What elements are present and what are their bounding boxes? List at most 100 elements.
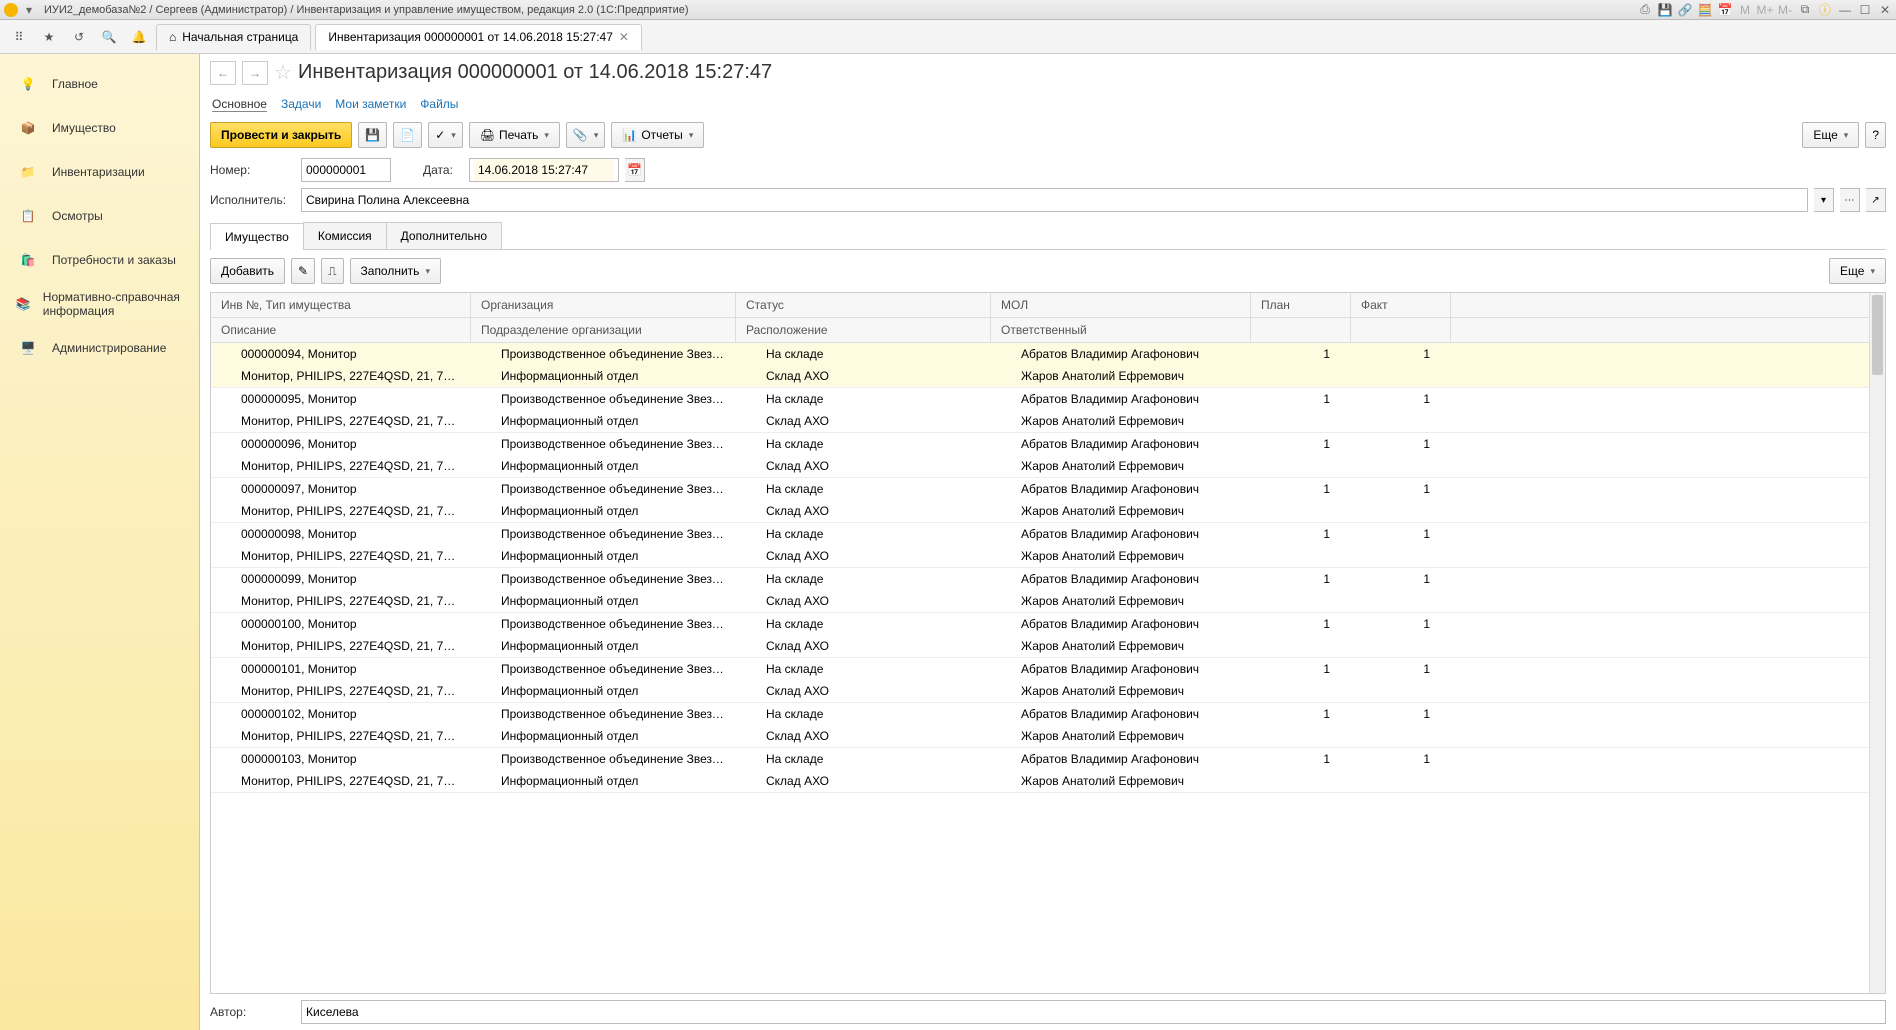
post-button[interactable]: 📄 xyxy=(393,122,422,148)
date-input[interactable] xyxy=(474,159,614,181)
save-button[interactable]: 💾 xyxy=(358,122,387,148)
fill-button[interactable]: Заполнить▾ xyxy=(350,258,441,284)
app-icon xyxy=(4,3,18,17)
tab-commission[interactable]: Комиссия xyxy=(303,222,387,249)
th-fact[interactable]: Факт xyxy=(1351,293,1451,317)
table-cell: Монитор, PHILIPS, 227E4QSD, 21, 767821 xyxy=(211,545,471,567)
subnav-notes[interactable]: Мои заметки xyxy=(335,97,406,112)
performer-show-icon[interactable]: ↗ xyxy=(1866,188,1886,212)
close-icon[interactable]: ✕ xyxy=(1878,3,1892,17)
sidebar-item-reference[interactable]: 📚 Нормативно-справочная информация xyxy=(0,282,199,326)
favorite-star-icon[interactable]: ☆ xyxy=(274,60,292,85)
history-icon[interactable]: ↺ xyxy=(66,24,92,50)
th-dept[interactable]: Подразделение организации xyxy=(471,318,736,342)
reports-button[interactable]: 📊 Отчеты▾ xyxy=(611,122,704,148)
table-cell: Жаров Анатолий Ефремович xyxy=(991,680,1251,702)
table-cell: Монитор, PHILIPS, 227E4QSD, 21, 767821 xyxy=(211,410,471,432)
tab-extra[interactable]: Дополнительно xyxy=(386,222,502,249)
calendar-icon[interactable]: 📅 xyxy=(1718,3,1732,17)
table-row[interactable]: 000000095, МониторПроизводственное объед… xyxy=(211,388,1885,433)
forward-button[interactable]: → xyxy=(242,61,268,85)
sidebar-item-admin[interactable]: 🖥️ Администрирование xyxy=(0,326,199,370)
th-inv[interactable]: Инв №, Тип имущества xyxy=(211,293,471,317)
table-row[interactable]: 000000094, МониторПроизводственное объед… xyxy=(211,343,1885,388)
performer-input[interactable] xyxy=(301,188,1808,212)
table-cell: 1 xyxy=(1351,658,1451,680)
minimize-icon[interactable]: — xyxy=(1838,3,1852,17)
table-row[interactable]: 000000103, МониторПроизводственное объед… xyxy=(211,748,1885,793)
edit-button[interactable]: ✎ xyxy=(291,258,315,284)
table-cell: 000000103, Монитор xyxy=(211,748,471,770)
bell-icon[interactable]: 🔔 xyxy=(126,24,152,50)
back-button[interactable]: ← xyxy=(210,61,236,85)
th-loc[interactable]: Расположение xyxy=(736,318,991,342)
performer-label: Исполнитель: xyxy=(210,193,295,207)
performer-select-icon[interactable]: ▾ xyxy=(1814,188,1834,212)
search-icon[interactable]: 🔍 xyxy=(96,24,122,50)
info-icon[interactable]: ⓘ xyxy=(1818,3,1832,17)
table-row[interactable]: 000000096, МониторПроизводственное объед… xyxy=(211,433,1885,478)
performer-open-icon[interactable]: ⋯ xyxy=(1840,188,1860,212)
m-plus-icon[interactable]: M+ xyxy=(1758,3,1772,17)
sidebar-item-assets[interactable]: 📦 Имущество xyxy=(0,106,199,150)
tab-assets[interactable]: Имущество xyxy=(210,223,304,250)
print-icon[interactable]: ⎙ xyxy=(1638,3,1652,17)
calendar-picker-icon[interactable]: 📅 xyxy=(625,158,645,182)
table-row[interactable]: 000000098, МониторПроизводственное объед… xyxy=(211,523,1885,568)
table-cell: 1 xyxy=(1351,523,1451,545)
subnav-files[interactable]: Файлы xyxy=(420,97,458,112)
save-icon[interactable]: 💾 xyxy=(1658,3,1672,17)
author-input[interactable] xyxy=(301,1000,1886,1024)
sidebar-item-inventory[interactable]: 📁 Инвентаризации xyxy=(0,150,199,194)
scrollbar-thumb[interactable] xyxy=(1872,295,1883,375)
link-icon[interactable]: 🔗 xyxy=(1678,3,1692,17)
tab-current[interactable]: Инвентаризация 000000001 от 14.06.2018 1… xyxy=(315,24,642,50)
window-icon[interactable]: ⧉ xyxy=(1798,3,1812,17)
table-row[interactable]: 000000097, МониторПроизводственное объед… xyxy=(211,478,1885,523)
apps-icon[interactable]: ⠿ xyxy=(6,24,32,50)
print-button[interactable]: 🖨 Печать▾ xyxy=(469,122,560,148)
more-label: Еще xyxy=(1813,128,1837,142)
books-icon: 📚 xyxy=(14,290,33,318)
more-button[interactable]: Еще▾ xyxy=(1802,122,1859,148)
table-row[interactable]: 000000102, МониторПроизводственное объед… xyxy=(211,703,1885,748)
subnav-main[interactable]: Основное xyxy=(212,97,267,112)
th-org[interactable]: Организация xyxy=(471,293,736,317)
post-close-button[interactable]: Провести и закрыть xyxy=(210,122,352,148)
th-desc[interactable]: Описание xyxy=(211,318,471,342)
favorite-icon[interactable]: ★ xyxy=(36,24,62,50)
th-plan[interactable]: План xyxy=(1251,293,1351,317)
table-cell: Абратов Владимир Агафонович xyxy=(991,748,1251,770)
table-cell: Монитор, PHILIPS, 227E4QSD, 21, 767821 xyxy=(211,680,471,702)
table-row[interactable]: 000000100, МониторПроизводственное объед… xyxy=(211,613,1885,658)
th-status[interactable]: Статус xyxy=(736,293,991,317)
table-row[interactable]: 000000101, МониторПроизводственное объед… xyxy=(211,658,1885,703)
help-button[interactable]: ? xyxy=(1865,122,1886,148)
sidebar-item-inspections[interactable]: 📋 Осмотры xyxy=(0,194,199,238)
table-row[interactable]: 000000099, МониторПроизводственное объед… xyxy=(211,568,1885,613)
add-button[interactable]: Добавить xyxy=(210,258,285,284)
tab-close-icon[interactable]: ✕ xyxy=(619,30,629,44)
table-cell: Жаров Анатолий Ефремович xyxy=(991,770,1251,792)
th-mol[interactable]: МОЛ xyxy=(991,293,1251,317)
mark-button[interactable]: ✓▾ xyxy=(428,122,463,148)
subnav-tasks[interactable]: Задачи xyxy=(281,97,321,112)
tab-home[interactable]: ⌂ Начальная страница xyxy=(156,24,311,50)
th-resp[interactable]: Ответственный xyxy=(991,318,1251,342)
m-icon[interactable]: M xyxy=(1738,3,1752,17)
number-input[interactable] xyxy=(301,158,391,182)
attach-button[interactable]: 📎▾ xyxy=(566,122,605,148)
table-scrollbar[interactable] xyxy=(1869,293,1885,993)
table-cell: Производственное объединение Звезда xyxy=(471,568,736,590)
sidebar-item-main[interactable]: 💡 Главное xyxy=(0,62,199,106)
calc-icon[interactable]: 🧮 xyxy=(1698,3,1712,17)
table-body[interactable]: 000000094, МониторПроизводственное объед… xyxy=(211,343,1885,993)
table-more-button[interactable]: Еще▾ xyxy=(1829,258,1886,284)
barcode-button[interactable]: ⎍ xyxy=(321,258,343,284)
maximize-icon[interactable]: ☐ xyxy=(1858,3,1872,17)
table-cell: 1 xyxy=(1251,478,1351,500)
sidebar-item-orders[interactable]: 🛍️ Потребности и заказы xyxy=(0,238,199,282)
m-minus-icon[interactable]: M- xyxy=(1778,3,1792,17)
table-cell: Жаров Анатолий Ефремович xyxy=(991,410,1251,432)
dropdown-icon[interactable]: ▾ xyxy=(22,3,36,17)
